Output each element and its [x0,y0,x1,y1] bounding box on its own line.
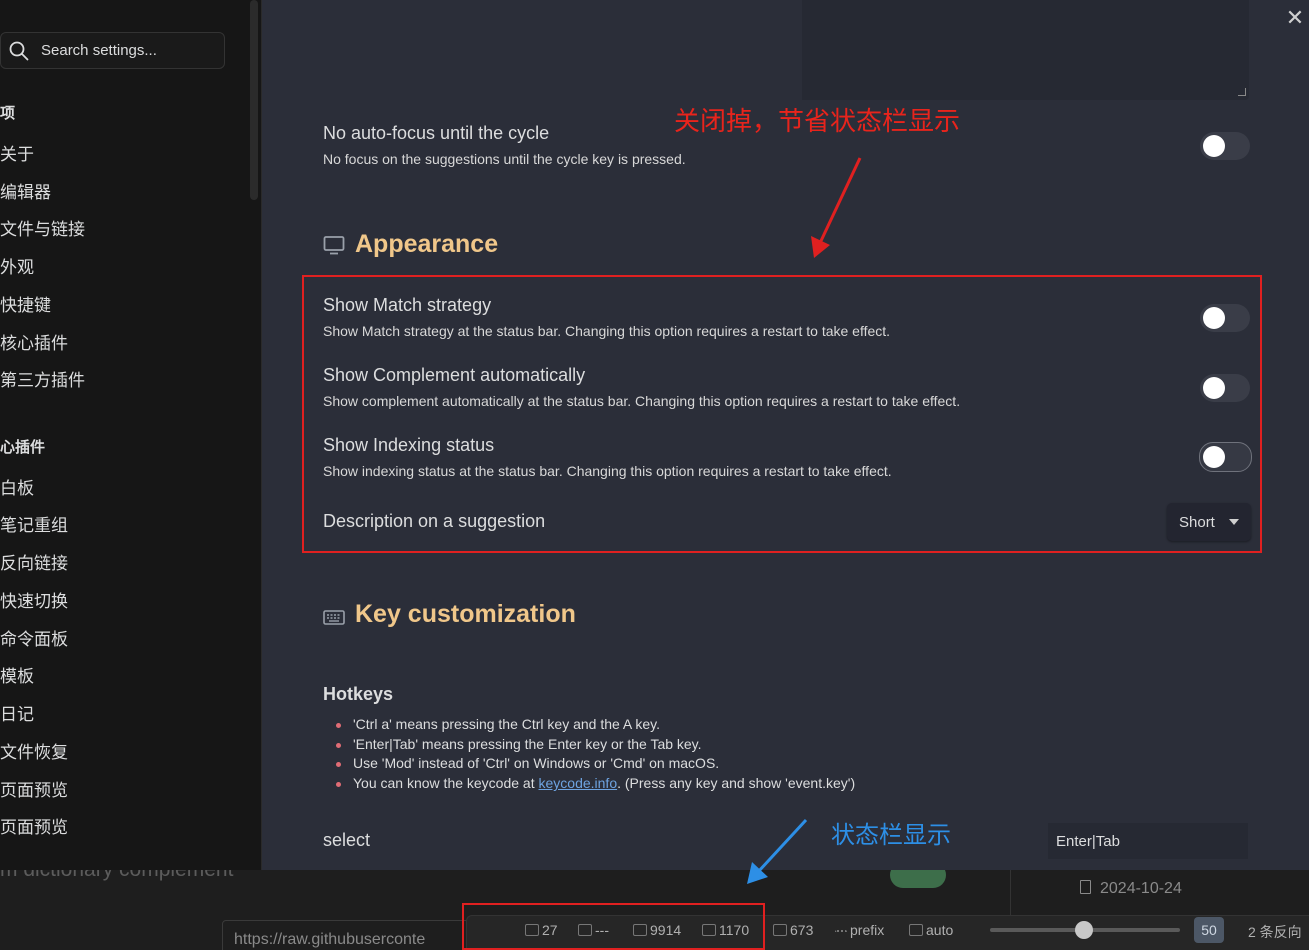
sidebar-item-canvas[interactable]: 白板 [0,474,34,499]
list-item-text: . (Press any key and show 'event.key') [617,775,856,792]
list-item: 'Enter|Tab' means pressing the Enter key… [336,736,855,756]
sidebar-item-page-preview-2[interactable]: 页面预览 [0,813,68,838]
settings-sidebar: 项 关于 编辑器 文件与链接 外观 快捷键 核心插件 第三方插件 心插件 白板 … [0,0,262,870]
status-item-auto[interactable]: auto [909,922,953,938]
sidebar-scrollbar[interactable] [250,0,258,200]
setting-desc-no-autofocus: No focus on the suggestions until the cy… [323,151,686,167]
sidebar-item-about[interactable]: 关于 [0,140,34,165]
select-hotkey-label: select [323,830,371,850]
search-input[interactable] [41,42,221,59]
annotation-box-status-bar [462,903,765,950]
sidebar-item-editor[interactable]: 编辑器 [0,178,51,203]
annotation-box-appearance [302,275,1262,553]
search-box[interactable] [0,32,225,69]
background-url-field[interactable]: https://raw.githubuserconte [222,920,472,950]
sidebar-item-hotkeys[interactable]: 快捷键 [0,291,51,316]
select-hotkey-input[interactable] [1048,823,1248,859]
sidebar-item-quick-switcher[interactable]: 快速切换 [0,587,68,612]
sidebar-item-file-recovery[interactable]: 文件恢复 [0,738,68,763]
sidebar-item-templates[interactable]: 模板 [0,662,34,687]
textarea-field[interactable] [802,0,1249,100]
date-label: 2024-10-24 [1100,880,1182,897]
list-item: You can know the keycode at keycode.info… [336,775,855,795]
sidebar-item-command-palette[interactable]: 命令面板 [0,625,68,650]
sidebar-group-header-options: 项 [0,105,16,122]
sidebar-item-community-plugins[interactable]: 第三方插件 [0,366,85,391]
toggle-no-autofocus[interactable] [1200,132,1250,160]
sidebar-item-daily-notes[interactable]: 日记 [0,700,34,725]
sidebar-item-backlinks[interactable]: 反向链接 [0,549,68,574]
list-item: Use 'Mod' instead of 'Ctrl' on Windows o… [336,755,855,775]
monitor-icon [323,236,345,255]
resize-handle-icon[interactable] [1238,88,1246,96]
keyboard-icon [909,924,923,936]
status-item-prefix[interactable]: prefix [835,922,884,938]
status-value: auto [926,922,954,938]
annotation-red-note: 关闭掉，节省状态栏显示 [674,107,961,137]
keycode-link[interactable]: keycode.info [539,775,618,791]
setting-name-no-autofocus: No auto-focus until the cycle [323,123,550,143]
hotkeys-heading: Hotkeys [323,684,394,704]
backlinks-count[interactable]: 2 条反向 [1248,922,1302,942]
annotation-blue-note: 状态栏显示 [831,821,951,849]
toggle-knob [1203,135,1225,157]
status-value: prefix [850,922,885,938]
list-item: 'Ctrl a' means pressing the Ctrl key and… [336,716,855,736]
app-window: m dictionary complement 2024-10-24 https… [0,0,1309,950]
status-value: 673 [790,922,814,938]
sidebar-group-header-core-plugins: 心插件 [0,439,46,456]
sidebar-item-page-preview[interactable]: 页面预览 [0,776,68,801]
status-item-characters[interactable]: 673 [773,922,813,938]
close-icon[interactable]: ✕ [1283,6,1307,30]
file-icon [1080,880,1091,894]
zoom-slider-thumb[interactable] [1075,921,1093,939]
hotkeys-list: 'Ctrl a' means pressing the Ctrl key and… [336,716,855,795]
pen-icon [773,924,787,936]
keyboard-icon [323,610,345,625]
sidebar-item-appearance[interactable]: 外观 [0,253,34,278]
sidebar-item-note-composer[interactable]: 笔记重组 [0,511,68,536]
background-date-item[interactable]: 2024-10-24 [1080,880,1182,898]
section-title-key-customization: Key customization [355,600,576,628]
zoom-value[interactable]: 50 [1194,917,1224,943]
section-title-appearance: Appearance [355,230,499,258]
dots-icon [835,930,847,936]
sidebar-item-core-plugins[interactable]: 核心插件 [0,329,68,354]
sidebar-item-files-links[interactable]: 文件与链接 [0,215,85,240]
list-item-text: You can know the keycode at [353,775,539,792]
search-icon [9,41,29,61]
background-divider [1010,870,1011,918]
